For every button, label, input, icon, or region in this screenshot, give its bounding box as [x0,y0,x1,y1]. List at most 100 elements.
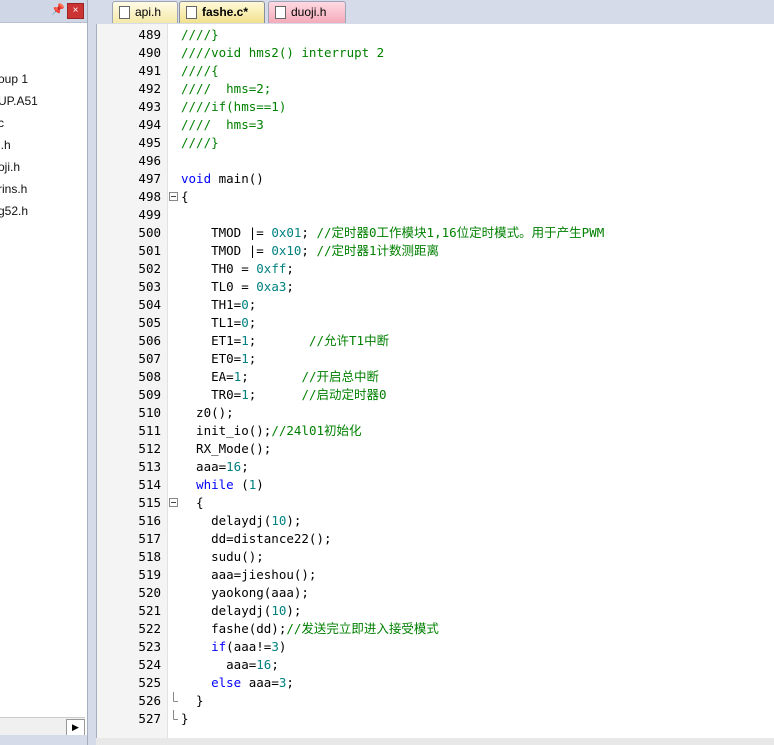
line-number: 507 [138,351,161,366]
code-line[interactable]: 499 [97,206,774,224]
tab-fashe-c[interactable]: fashe.c* [179,1,265,23]
code-line[interactable]: 491 ////{ [97,62,774,80]
fold-collapse-icon[interactable] [169,188,179,206]
code-text: //// hms=3 [181,117,264,132]
code-line[interactable]: 510 z0(); [97,404,774,422]
code-line[interactable]: 503 TL0 = 0xa3; [97,278,774,296]
code-text: } [181,693,204,708]
code-line[interactable]: 527} [97,710,774,728]
code-line[interactable]: 515 { [97,494,774,512]
code-line[interactable]: 495 ////} [97,134,774,152]
fold-margin-cell [169,422,179,440]
code-text: ////{ [181,63,219,78]
code-line[interactable]: 506 ET1=1; //允许T1中断 [97,332,774,350]
line-number: 494 [138,117,161,132]
code-line[interactable]: 524 aaa=16; [97,656,774,674]
fold-margin-cell [169,134,179,152]
fold-margin-cell [169,206,179,224]
close-panel-button[interactable]: × [67,3,84,19]
code-line[interactable]: 493 ////if(hms==1) [97,98,774,116]
code-line[interactable]: 523 if(aaa!=3) [97,638,774,656]
code-text: ET1=1; //允许T1中断 [181,333,390,348]
code-text: fashe(dd);//发送完立即进入接受模式 [181,621,439,636]
fold-collapse-icon[interactable] [169,494,179,512]
code-line[interactable]: 518 sudu(); [97,548,774,566]
line-number: 510 [138,405,161,420]
code-line[interactable]: 502 TH0 = 0xff; [97,260,774,278]
line-number: 516 [138,513,161,528]
code-text: ET0=1; [181,351,257,366]
line-number: 502 [138,261,161,276]
code-text: TL1=0; [181,315,257,330]
line-number: 499 [138,207,161,222]
c-file-icon [186,6,197,19]
code-text: { [181,189,189,204]
code-line[interactable]: 520 yaokong(aaa); [97,584,774,602]
code-line[interactable]: 511 init_io();//24l01初始化 [97,422,774,440]
fold-margin-cell [169,278,179,296]
code-line[interactable]: 494 //// hms=3 [97,116,774,134]
code-line[interactable]: 489 ////} [97,26,774,44]
line-number: 503 [138,279,161,294]
project-tree-item[interactable]: g52.h [0,204,28,218]
project-tree-item[interactable]: UP.A51 [0,94,38,108]
project-tree-item[interactable]: oji.h [0,160,20,174]
fold-margin-cell [169,350,179,368]
project-tree-item[interactable]: oup 1 [0,72,28,86]
line-number: 495 [138,135,161,150]
code-editor[interactable]: 489////} 490////void hms2() interrupt 2 49… [96,24,774,738]
fold-margin-cell [169,404,179,422]
scroll-right-arrow-icon[interactable]: ▶ [66,719,85,736]
code-line[interactable]: 512 RX_Mode(); [97,440,774,458]
fold-margin-cell [169,566,179,584]
fold-margin-cell [169,458,179,476]
code-text: init_io();//24l01初始化 [181,423,362,438]
editor-tab-strip: api.h fashe.c* duoji.h [96,0,774,24]
project-tree-item[interactable]: i.h [0,138,11,152]
code-line[interactable]: 514 while (1) [97,476,774,494]
code-line[interactable]: 490 ////void hms2() interrupt 2 [97,44,774,62]
tab-label: duoji.h [291,5,327,19]
tab-api-h[interactable]: api.h [112,1,178,23]
project-panel-header: 📌 × [0,0,87,23]
code-line[interactable]: 501 TMOD |= 0x10; //定时器1计数测距离 [97,242,774,260]
code-line[interactable]: 516 delaydj(10); [97,512,774,530]
code-text: dd=distance22(); [181,531,332,546]
fold-margin-cell [169,62,179,80]
code-line[interactable]: 497 void main() [97,170,774,188]
code-line[interactable]: 498 { [97,188,774,206]
fold-margin-cell [169,80,179,98]
fold-margin-cell [169,620,179,638]
line-number: 525 [138,675,161,690]
code-line[interactable]: 513 aaa=16; [97,458,774,476]
fold-margin-cell [169,548,179,566]
code-line[interactable]: 508 EA=1; //开启总中断 [97,368,774,386]
line-number: 512 [138,441,161,456]
code-text: TMOD |= 0x01; //定时器0工作模块1,16位定时模式。用于产生PW… [181,225,605,240]
code-line[interactable]: 504 TH1=0; [97,296,774,314]
project-tree-item[interactable]: c [0,116,4,130]
tab-duoji-h[interactable]: duoji.h [268,1,346,23]
pin-icon[interactable]: 📌 [51,3,65,16]
code-line[interactable]: 517 dd=distance22(); [97,530,774,548]
line-number: 498 [138,189,161,204]
line-number: 513 [138,459,161,474]
code-line[interactable]: 526 } [97,692,774,710]
code-line[interactable]: 525 else aaa=3; [97,674,774,692]
code-line[interactable]: 496 [97,152,774,170]
code-line[interactable]: 500 TMOD |= 0x01; //定时器0工作模块1,16位定时模式。用于… [97,224,774,242]
code-line[interactable]: 519 aaa=jieshou(); [97,566,774,584]
code-line[interactable]: 522 fashe(dd);//发送完立即进入接受模式 [97,620,774,638]
code-line[interactable]: 492 //// hms=2; [97,80,774,98]
code-line[interactable]: 509 TR0=1; //启动定时器0 [97,386,774,404]
code-text: ////if(hms==1) [181,99,287,114]
project-tree-item[interactable]: rins.h [0,182,27,196]
line-number: 511 [138,423,161,438]
code-text: delaydj(10); [181,603,302,618]
code-line[interactable]: 507 ET0=1; [97,350,774,368]
code-line[interactable]: 521 delaydj(10); [97,602,774,620]
line-number: 493 [138,99,161,114]
code-text: RX_Mode(); [181,441,272,456]
fold-margin-cell [169,98,179,116]
code-line[interactable]: 505 TL1=0; [97,314,774,332]
